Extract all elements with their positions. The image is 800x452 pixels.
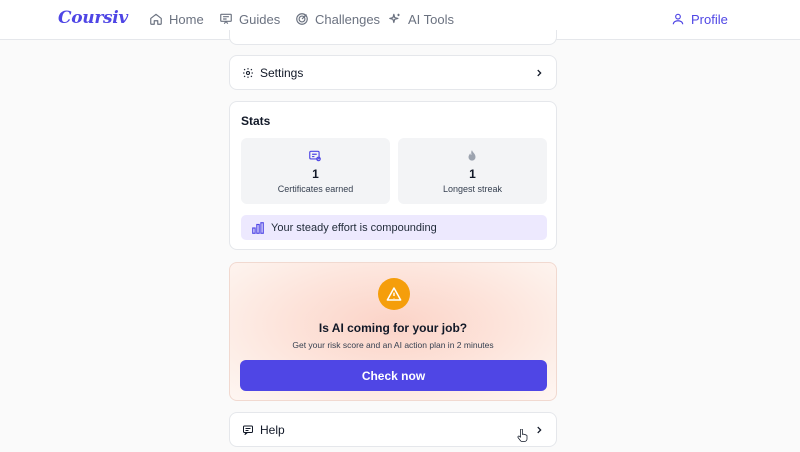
- warning-icon: [386, 287, 402, 301]
- progress-banner: Your steady effort is compounding: [241, 215, 547, 240]
- nav-item-guides[interactable]: Guides: [219, 10, 280, 28]
- nav-item-label: Home: [169, 11, 204, 27]
- warning-badge: [378, 278, 410, 310]
- help-row[interactable]: Help: [229, 412, 557, 447]
- stat-value: 1: [469, 167, 476, 181]
- sparkles-icon: [389, 13, 400, 24]
- check-now-button[interactable]: Check now: [240, 360, 547, 391]
- stat-label: Certificates earned: [277, 184, 354, 194]
- guides-icon: [220, 13, 232, 25]
- chevron-right-icon: [537, 69, 542, 76]
- stats-title: Stats: [241, 114, 271, 128]
- user-icon: [672, 13, 684, 25]
- nav-item-profile[interactable]: Profile: [671, 10, 728, 28]
- stat-streak: 1 Longest streak: [398, 138, 547, 204]
- settings-row[interactable]: Settings: [229, 55, 557, 90]
- gear-icon: [242, 67, 254, 79]
- help-label: Help: [260, 422, 285, 437]
- ai-promo-title: Is AI coming for your job?: [318, 321, 468, 335]
- previous-card: [229, 30, 557, 45]
- nav-item-label: AI Tools: [408, 11, 455, 27]
- nav-item-label: Challenges: [315, 11, 381, 27]
- flame-icon: [468, 150, 476, 161]
- hand-cursor-icon: [517, 429, 528, 442]
- nav-profile-label: Profile: [691, 11, 728, 27]
- ai-promo-subtitle: Get your risk score and an AI action pla…: [292, 340, 494, 350]
- nav-item-ai-tools[interactable]: AI Tools: [388, 10, 454, 28]
- stat-certificates: 1 Certificates earned: [241, 138, 390, 204]
- chevron-right-icon: [537, 426, 542, 433]
- nav-item-challenges[interactable]: Challenges: [295, 10, 380, 28]
- certificate-icon: [309, 150, 321, 162]
- banner-text: Your steady effort is compounding: [271, 221, 437, 234]
- message-icon: [242, 424, 254, 436]
- ai-job-risk-card: Is AI coming for your job? Get your risk…: [229, 262, 557, 401]
- brand-logo[interactable]: Coursiv: [58, 8, 128, 28]
- nav-item-label: Guides: [239, 11, 281, 27]
- stat-value: 1: [312, 167, 319, 181]
- bar-chart-icon: [252, 221, 264, 234]
- nav-item-home[interactable]: Home: [149, 10, 204, 28]
- settings-label: Settings: [260, 65, 304, 80]
- stat-label: Longest streak: [442, 184, 503, 194]
- stats-card: Stats 1 Certificates earned 1 Longest st…: [229, 101, 557, 250]
- home-icon: [150, 13, 162, 25]
- target-icon: [296, 13, 308, 25]
